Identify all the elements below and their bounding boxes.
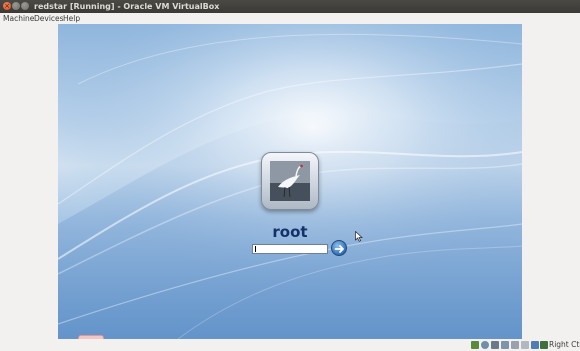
menu-machine[interactable]: Machine xyxy=(3,14,34,24)
login-username: root xyxy=(272,223,308,241)
vm-display-area: root xyxy=(0,24,580,339)
usb-icon[interactable] xyxy=(511,341,519,349)
crane-bird-icon xyxy=(270,161,310,201)
avatar xyxy=(270,161,310,201)
window-minimize-button[interactable] xyxy=(12,2,20,10)
guest-screen[interactable]: root xyxy=(58,24,522,339)
login-submit-button[interactable] xyxy=(331,240,347,256)
arrow-right-icon xyxy=(334,245,344,253)
menu-bar: Machine Devices Help xyxy=(0,13,580,24)
mouse-integration-icon[interactable] xyxy=(540,341,548,349)
hard-disk-icon[interactable] xyxy=(471,341,479,349)
window-maximize-button[interactable] xyxy=(21,2,29,10)
menu-help[interactable]: Help xyxy=(63,14,80,24)
text-caret xyxy=(255,246,256,252)
shared-folders-icon[interactable] xyxy=(521,341,529,349)
password-field[interactable] xyxy=(252,244,328,263)
display-icon[interactable] xyxy=(531,341,539,349)
window-title: redstar [Running] - Oracle VM VirtualBox xyxy=(34,2,220,11)
mouse-pointer-icon xyxy=(355,231,363,242)
window-close-button[interactable]: × xyxy=(3,2,11,10)
menu-devices[interactable]: Devices xyxy=(34,14,64,24)
status-bar: Right Ctrl xyxy=(0,339,580,351)
optical-drive-icon[interactable] xyxy=(481,341,489,349)
host-key-label: Right Ctrl xyxy=(549,340,580,349)
window-titlebar: × redstar [Running] - Oracle VM VirtualB… xyxy=(0,0,580,13)
audio-icon[interactable] xyxy=(491,341,499,349)
close-icon: × xyxy=(4,2,10,10)
network-icon[interactable] xyxy=(501,341,509,349)
user-avatar-frame[interactable] xyxy=(261,152,319,210)
password-input[interactable] xyxy=(253,254,327,263)
